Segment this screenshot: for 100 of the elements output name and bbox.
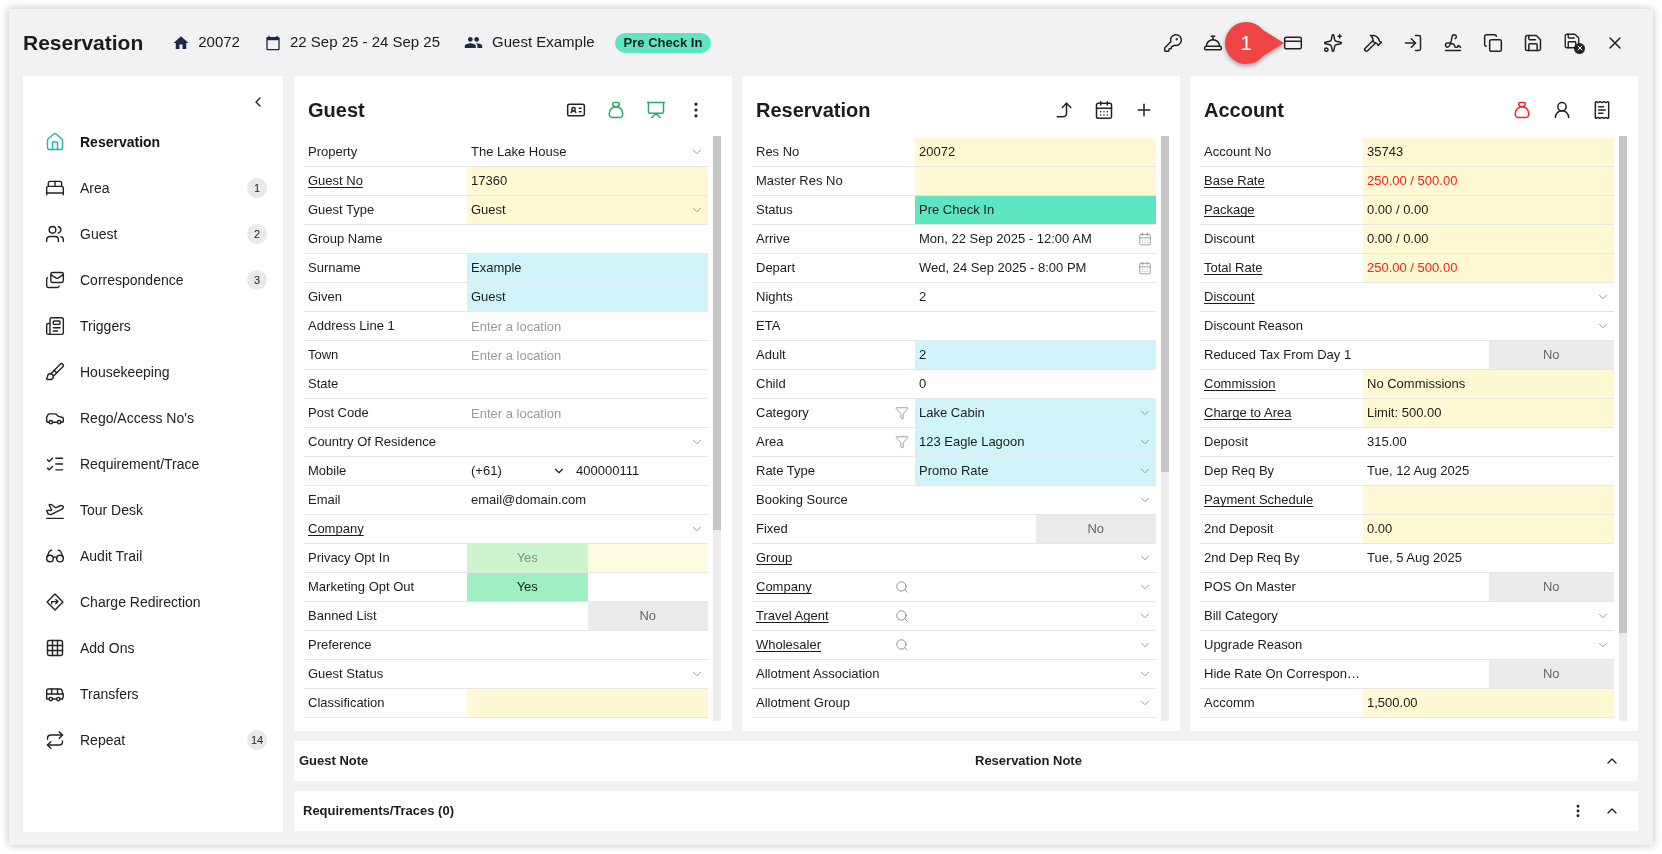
field-label: Preference xyxy=(308,636,372,655)
date-field[interactable]: Mon, 22 Sep 2025 - 12:00 AM xyxy=(915,225,1156,253)
select-field[interactable]: Promo Rate xyxy=(915,457,1156,485)
input-field[interactable]: 315.00 xyxy=(1363,428,1614,456)
toggle-option[interactable]: No xyxy=(1488,573,1614,601)
toggle-option[interactable]: Yes xyxy=(467,573,588,601)
input-field[interactable]: email@domain.com xyxy=(467,486,708,514)
field-label: Adult xyxy=(756,346,786,365)
save-close-icon[interactable] xyxy=(1563,31,1585,54)
scrollbar-thumb[interactable] xyxy=(1161,136,1169,472)
sidebar-item[interactable]: Rego/Access No's xyxy=(23,395,283,441)
input-field[interactable]: 0.00 xyxy=(1363,515,1614,543)
field-label: Reduced Tax From Day 1 xyxy=(1204,346,1352,365)
input-field[interactable]: 250.00 / 500.00 xyxy=(1363,254,1614,282)
field-link[interactable]: Company xyxy=(756,577,812,597)
location-input[interactable]: Enter a location xyxy=(467,399,708,427)
sidebar-item[interactable]: Charge Redirection xyxy=(23,579,283,625)
person-icon[interactable] xyxy=(1552,100,1572,120)
filter-icon[interactable] xyxy=(895,406,909,420)
select-field[interactable]: 123 Eagle Lagoon xyxy=(915,428,1156,456)
input-field[interactable]: 0.00 / 0.00 xyxy=(1363,196,1614,224)
sidebar-item[interactable]: Guest 2 xyxy=(23,211,283,257)
input-field[interactable] xyxy=(467,689,708,717)
id-card-icon[interactable] xyxy=(566,100,586,120)
search-icon[interactable] xyxy=(895,580,909,594)
input-field[interactable]: Example xyxy=(467,254,708,282)
select-field[interactable]: Lake Cabin xyxy=(915,399,1156,427)
toggle-option[interactable]: No xyxy=(1488,341,1614,369)
field-link[interactable]: Base Rate xyxy=(1204,171,1265,191)
input-field[interactable]: 1,500.00 xyxy=(1363,689,1614,717)
field-link[interactable]: Discount xyxy=(1204,287,1255,307)
input-field[interactable]: 0 xyxy=(915,370,1156,398)
money-bag-icon[interactable] xyxy=(1512,100,1532,120)
field-link[interactable]: Package xyxy=(1204,200,1255,220)
stay-dates: 22 Sep 25 - 24 Sep 25 xyxy=(289,32,441,53)
field-link[interactable]: Guest No xyxy=(308,171,363,191)
sidebar-item[interactable]: Reservation xyxy=(23,119,283,165)
date-field[interactable]: Wed, 24 Sep 2025 - 8:00 PM xyxy=(915,254,1156,282)
field-link[interactable]: Total Rate xyxy=(1204,258,1263,278)
sidebar-item[interactable]: Add Ons xyxy=(23,625,283,671)
toggle-option[interactable]: No xyxy=(1488,660,1614,688)
guest-name: Guest Example xyxy=(492,32,595,53)
users-icon xyxy=(45,224,65,244)
field-link[interactable]: Wholesaler xyxy=(756,635,822,655)
input-field[interactable] xyxy=(1363,486,1614,514)
scrollbar-thumb[interactable] xyxy=(713,136,721,530)
signature-icon[interactable] xyxy=(1443,32,1463,53)
input-field[interactable]: No Commissions xyxy=(1363,370,1614,398)
filter-icon[interactable] xyxy=(895,435,909,449)
select-field[interactable]: The Lake House xyxy=(467,138,708,166)
location-input[interactable]: Enter a location xyxy=(467,312,708,340)
money-bag-icon[interactable] xyxy=(606,100,626,120)
hammer-icon[interactable] xyxy=(1363,32,1383,53)
field-link[interactable]: Commission xyxy=(1204,374,1276,394)
input-field[interactable]: 17360 xyxy=(467,167,708,195)
input-field[interactable]: 20072 xyxy=(915,138,1156,166)
input-field[interactable]: Tue, 5 Aug 2025 xyxy=(1363,544,1614,572)
input-field[interactable]: 2 xyxy=(915,283,1156,311)
login-icon[interactable] xyxy=(1403,32,1423,53)
field-link[interactable]: Payment Schedule xyxy=(1204,490,1314,510)
presentation-icon[interactable] xyxy=(646,100,666,120)
search-icon[interactable] xyxy=(895,638,909,652)
sidebar-item[interactable]: Housekeeping xyxy=(23,349,283,395)
input-field[interactable]: Guest xyxy=(467,283,708,311)
arrow-up-icon[interactable] xyxy=(1054,100,1074,120)
toggle-option[interactable]: No xyxy=(1035,515,1156,543)
input-field[interactable] xyxy=(915,167,1156,195)
sidebar-item[interactable]: Tour Desk xyxy=(23,487,283,533)
scrollbar-thumb[interactable] xyxy=(1619,136,1627,633)
sidebar-item[interactable]: Transfers xyxy=(23,671,283,717)
input-field[interactable]: 0.00 / 0.00 xyxy=(1363,225,1614,253)
input-field[interactable]: 250.00 / 500.00 xyxy=(1363,167,1614,195)
field-link[interactable]: Charge to Area xyxy=(1204,403,1292,423)
sidebar-item[interactable]: Requirement/Trace xyxy=(23,441,283,487)
input-field[interactable]: 35743 xyxy=(1363,138,1614,166)
search-icon[interactable] xyxy=(895,609,909,623)
field-link[interactable]: Travel Agent xyxy=(756,606,829,626)
sidebar-item[interactable]: Area 1 xyxy=(23,165,283,211)
input-field[interactable]: 400000111 xyxy=(567,457,708,485)
field-link[interactable]: Group xyxy=(756,548,793,568)
receipt-icon[interactable] xyxy=(1592,100,1612,120)
field-link[interactable]: Company xyxy=(308,519,364,539)
key-icon[interactable] xyxy=(1163,32,1183,53)
sidebar-item[interactable]: Correspondence 3 xyxy=(23,257,283,303)
repeat-icon xyxy=(45,730,65,750)
sparkles-icon[interactable] xyxy=(1323,32,1343,53)
select-field[interactable]: Guest xyxy=(467,196,708,224)
input-field[interactable]: 2 xyxy=(915,341,1156,369)
copy-icon[interactable] xyxy=(1483,32,1503,53)
input-field[interactable]: Limit: 500.00 xyxy=(1363,399,1614,427)
location-input[interactable]: Enter a location xyxy=(467,341,708,369)
sidebar-item[interactable]: Audit Trail xyxy=(23,533,283,579)
sidebar-item[interactable]: Repeat 14 xyxy=(23,717,283,763)
toggle-option[interactable]: No xyxy=(587,602,708,630)
sidebar-item[interactable]: Triggers xyxy=(23,303,283,349)
save-icon[interactable] xyxy=(1523,32,1543,53)
calendar-icon[interactable] xyxy=(1094,100,1114,120)
input-field[interactable]: Tue, 12 Aug 2025 xyxy=(1363,457,1614,485)
input-field[interactable]: Pre Check In xyxy=(915,196,1156,224)
country-code-select[interactable]: (+61) xyxy=(467,457,567,485)
